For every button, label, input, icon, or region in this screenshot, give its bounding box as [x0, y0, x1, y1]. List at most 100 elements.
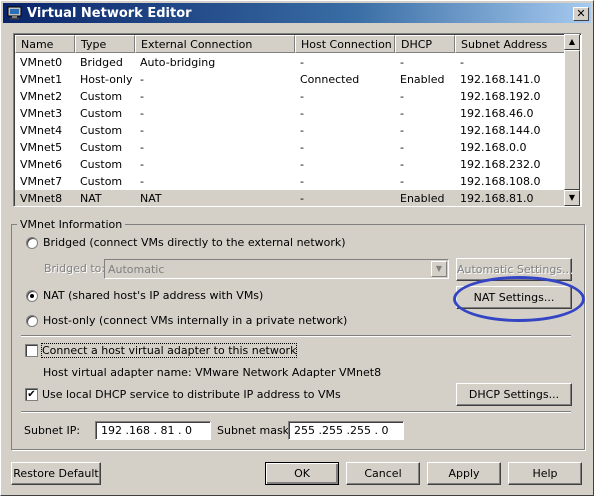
title-bar[interactable]: Virtual Network Editor ✕: [3, 3, 591, 23]
checkmark-icon: ✔: [27, 389, 36, 400]
chevron-down-icon[interactable]: ▼: [431, 261, 447, 277]
table-row[interactable]: VMnet8 NAT NAT - Enabled 192.168.81.0: [15, 190, 566, 206]
cell-host-connection: -: [300, 107, 304, 120]
cell-name: VMnet6: [20, 158, 63, 171]
cell-name: VMnet8: [20, 192, 63, 205]
column-header-dhcp[interactable]: DHCP: [395, 35, 455, 53]
close-button[interactable]: ✕: [573, 7, 589, 21]
cell-dhcp: -: [400, 90, 404, 103]
dhcp-settings-button[interactable]: DHCP Settings...: [456, 383, 572, 406]
close-icon: ✕: [576, 7, 586, 20]
cell-dhcp: -: [400, 56, 404, 69]
cell-host-connection: -: [300, 158, 304, 171]
cell-external-connection: -: [140, 90, 144, 103]
arrow-down-icon: ▼: [568, 193, 576, 202]
scroll-down-button[interactable]: ▼: [564, 190, 580, 206]
cell-external-connection: -: [140, 124, 144, 137]
column-header-type[interactable]: Type: [75, 35, 135, 53]
restore-default-button[interactable]: Restore Default: [11, 462, 101, 485]
cell-type: NAT: [80, 192, 102, 205]
cell-dhcp: -: [400, 158, 404, 171]
subnet-ip-label: Subnet IP:: [24, 424, 81, 437]
radio-dot: [30, 294, 34, 298]
cell-host-connection: Connected: [300, 73, 360, 86]
cell-external-connection: -: [140, 158, 144, 171]
cell-host-connection: -: [300, 175, 304, 188]
bridged-to-label: Bridged to:: [44, 262, 106, 275]
divider: [21, 411, 571, 413]
cell-dhcp: Enabled: [400, 73, 445, 86]
arrow-up-icon: ▲: [568, 37, 576, 46]
cell-dhcp: -: [400, 175, 404, 188]
cell-subnet-address: 192.168.81.0: [460, 192, 534, 205]
cell-dhcp: -: [400, 107, 404, 120]
table-row[interactable]: VMnet5 Custom - - - 192.168.0.0: [15, 139, 566, 156]
nat-label[interactable]: NAT (shared host's IP address with VMs): [43, 289, 263, 302]
cell-external-connection: NAT: [140, 192, 162, 205]
subnet-mask-field[interactable]: 255 .255 .255 . 0: [288, 421, 404, 440]
table-row[interactable]: VMnet6 Custom - - - 192.168.232.0: [15, 156, 566, 173]
virtual-network-editor-window: Virtual Network Editor ✕ Name Type Exter…: [0, 0, 594, 496]
network-app-icon: [7, 6, 22, 20]
cell-dhcp: -: [400, 141, 404, 154]
cell-dhcp: -: [400, 124, 404, 137]
nat-radio[interactable]: [26, 290, 38, 302]
cell-external-connection: -: [140, 107, 144, 120]
subnet-mask-label: Subnet mask:: [217, 424, 293, 437]
cell-subnet-address: 192.168.46.0: [460, 107, 534, 120]
cell-subnet-address: 192.168.108.0: [460, 175, 541, 188]
cell-type: Bridged: [80, 56, 123, 69]
ok-button[interactable]: OK: [265, 462, 339, 485]
table-row[interactable]: VMnet4 Custom - - - 192.168.144.0: [15, 122, 566, 139]
subnet-ip-field[interactable]: 192 .168 . 81 . 0: [95, 421, 211, 440]
connect-adapter-label[interactable]: Connect a host virtual adapter to this n…: [40, 343, 298, 358]
host-only-label[interactable]: Host-only (connect VMs internally in a p…: [43, 314, 347, 327]
cell-subnet-address: 192.168.192.0: [460, 90, 541, 103]
column-header-external-connection[interactable]: External Connection: [135, 35, 295, 53]
cell-external-connection: -: [140, 73, 144, 86]
column-header-host-connection[interactable]: Host Connection: [295, 35, 395, 53]
cell-name: VMnet2: [20, 90, 63, 103]
bridged-to-dropdown[interactable]: Automatic ▼: [104, 259, 449, 279]
apply-button[interactable]: Apply: [427, 462, 501, 485]
network-list[interactable]: Name Type External Connection Host Conne…: [13, 33, 582, 207]
cell-type: Custom: [80, 107, 123, 120]
cell-subnet-address: 192.168.144.0: [460, 124, 541, 137]
bridged-label[interactable]: Bridged (connect VMs directly to the ext…: [43, 236, 346, 249]
cancel-button[interactable]: Cancel: [346, 462, 420, 485]
cell-name: VMnet4: [20, 124, 63, 137]
table-row[interactable]: VMnet7 Custom - - - 192.168.108.0: [15, 173, 566, 190]
cell-subnet-address: -: [460, 56, 464, 69]
cell-name: VMnet1: [20, 73, 63, 86]
cell-name: VMnet5: [20, 141, 63, 154]
cell-dhcp: Enabled: [400, 192, 445, 205]
vmnet-information-label: VMnet Information: [17, 218, 126, 231]
list-vertical-scrollbar[interactable]: ▲ ▼: [564, 34, 580, 206]
annotation-circle: [453, 276, 585, 322]
table-row[interactable]: VMnet3 Custom - - - 192.168.46.0: [15, 105, 566, 122]
cell-type: Custom: [80, 90, 123, 103]
cell-host-connection: -: [300, 56, 304, 69]
divider: [21, 335, 571, 337]
column-header-name[interactable]: Name: [15, 35, 75, 53]
table-row[interactable]: VMnet2 Custom - - - 192.168.192.0: [15, 88, 566, 105]
cell-host-connection: -: [300, 124, 304, 137]
host-only-radio[interactable]: [26, 315, 38, 327]
scroll-up-button[interactable]: ▲: [564, 34, 580, 50]
cell-type: Custom: [80, 141, 123, 154]
window-title: Virtual Network Editor: [27, 6, 192, 21]
scrollbar-thumb[interactable]: [564, 50, 580, 190]
help-button[interactable]: Help: [508, 462, 582, 485]
cell-name: VMnet0: [20, 56, 63, 69]
table-row[interactable]: VMnet0 Bridged Auto-bridging - - -: [15, 54, 566, 71]
connect-adapter-checkbox[interactable]: [25, 344, 38, 357]
use-dhcp-label[interactable]: Use local DHCP service to distribute IP …: [42, 388, 341, 401]
cell-type: Custom: [80, 124, 123, 137]
use-dhcp-checkbox[interactable]: ✔: [25, 388, 38, 401]
table-row[interactable]: VMnet1 Host-only - Connected Enabled 192.168.…: [15, 71, 566, 88]
cell-subnet-address: 192.168.141.0: [460, 73, 541, 86]
bridged-radio[interactable]: [26, 237, 38, 249]
cell-subnet-address: 192.168.232.0: [460, 158, 541, 171]
column-header-subnet-address[interactable]: Subnet Address: [455, 35, 566, 53]
cell-name: VMnet7: [20, 175, 63, 188]
